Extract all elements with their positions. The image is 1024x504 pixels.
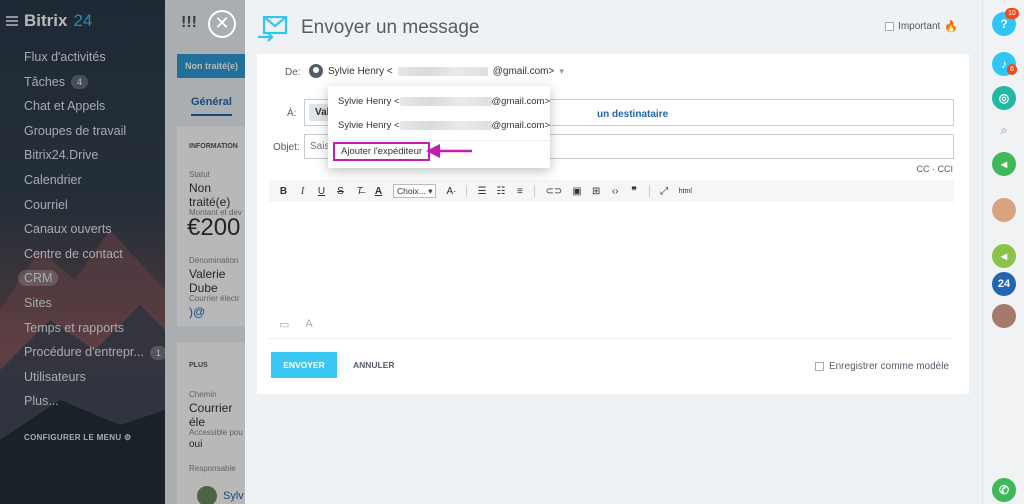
announcement-icon[interactable]: ◂ [992,152,1016,176]
flame-icon: 🔥 [944,21,958,33]
chevron-down-icon: ▾ [559,65,564,76]
from-label: De: [285,67,301,78]
from-selector[interactable]: Sylvie Henry < @gmail.com> ▾ [309,64,564,78]
font-select-value: Choix... [397,186,426,196]
sender-option-domain: @gmail.com> [491,96,550,107]
sender-option[interactable]: Sylvie Henry < @gmail.com> [338,96,550,107]
sender-option-domain: @gmail.com> [491,120,550,131]
slider-title: Envoyer un message [301,17,480,38]
font-color-icon[interactable]: A [374,186,383,197]
bold-icon[interactable]: B [279,186,288,197]
add-sender-option[interactable]: Ajouter l'expéditeur [333,142,431,161]
dropdown-divider [328,140,550,141]
underline-icon[interactable]: U [317,186,326,197]
image-icon[interactable]: ▣ [572,186,581,197]
html-mode-icon[interactable]: html [679,188,692,195]
envelope-send-icon [258,16,288,42]
clear-format-icon[interactable]: T̶ [355,186,364,197]
to-label: À: [287,108,297,119]
user-avatar[interactable] [992,198,1016,222]
cc-cci-link[interactable]: CC · CCI [917,164,954,174]
user-avatar[interactable] [992,304,1016,328]
save-template-label: Enregistrer comme modèle [828,361,949,372]
notifications-count-badge: 6 [1007,64,1017,75]
sender-option-name: Sylvie Henry < [338,96,400,107]
slider-header: Envoyer un message Important 🔥 [245,0,982,54]
search-icon[interactable]: ⌕ [992,118,1016,142]
redacted-email [399,97,492,106]
bitrix24-icon[interactable]: 24 [992,272,1016,296]
editor-footer-icons: ▭ A [279,318,313,331]
quote-icon[interactable]: ❞ [630,186,639,197]
help-count-badge: 10 [1005,8,1019,19]
attach-file-icon[interactable]: ▭ [279,318,289,331]
subject-label: Objet: [273,142,300,153]
phone-icon[interactable]: ✆ [992,478,1016,502]
code-icon[interactable]: ‹› [611,186,620,197]
send-button[interactable]: ENVOYER [271,352,337,378]
important-toggle[interactable]: Important 🔥 [885,20,958,33]
numbered-list-icon[interactable]: ☰ [477,186,486,197]
form-divider [269,338,954,339]
redacted-email [399,121,492,130]
align-icon[interactable]: ≡ [515,186,524,197]
close-slider-icon[interactable]: ✕ [208,10,236,38]
save-template-checkbox[interactable] [814,362,824,371]
subject-placeholder: Sais [310,141,330,152]
from-name: Sylvie Henry < [328,65,393,77]
text-format-icon[interactable]: A [305,318,312,331]
sender-option-name: Sylvie Henry < [338,120,400,131]
from-domain: @gmail.com> [492,65,555,77]
table-icon[interactable]: ⊞ [592,186,601,197]
save-as-template[interactable]: Enregistrer comme modèle [814,361,949,372]
chat-icon[interactable]: ◎ [992,86,1016,110]
annotation-arrow [426,144,472,158]
font-size-icon[interactable]: A· [446,186,456,197]
toolbar-divider [648,185,650,197]
user-icon [309,64,323,78]
open-channel-icon[interactable]: ◂ [992,244,1016,268]
cancel-button[interactable]: ANNULER [353,352,395,378]
add-recipient-link[interactable]: un destinataire [597,109,668,120]
link-icon[interactable]: ⊂⊃ [545,186,562,197]
important-checkbox[interactable] [885,22,895,31]
bullet-list-icon[interactable]: ☷ [496,186,505,197]
toolbar-divider [534,185,536,197]
font-family-select[interactable]: Choix... ▾ [393,184,437,198]
send-message-slider: Envoyer un message Important 🔥 De: Sylvi… [245,0,982,504]
sender-option[interactable]: Sylvie Henry < @gmail.com> [338,120,550,131]
modal-backdrop [0,0,245,504]
important-label: Important [898,21,941,32]
right-toolbar: ? 10 ♪ 6 ◎ ⌕ ◂ ◂ 24 ✆ [982,0,1024,504]
editor-toolbar: B I U S T̶ A Choix... ▾ A· ☰ ☷ ≡ ⊂⊃ ▣ ⊞ … [269,180,954,202]
toolbar-divider [466,185,468,197]
redacted-email [397,66,488,76]
italic-icon[interactable]: I [298,186,307,197]
strikethrough-icon[interactable]: S [336,186,345,197]
fullscreen-icon[interactable]: ⤢ [660,186,669,197]
